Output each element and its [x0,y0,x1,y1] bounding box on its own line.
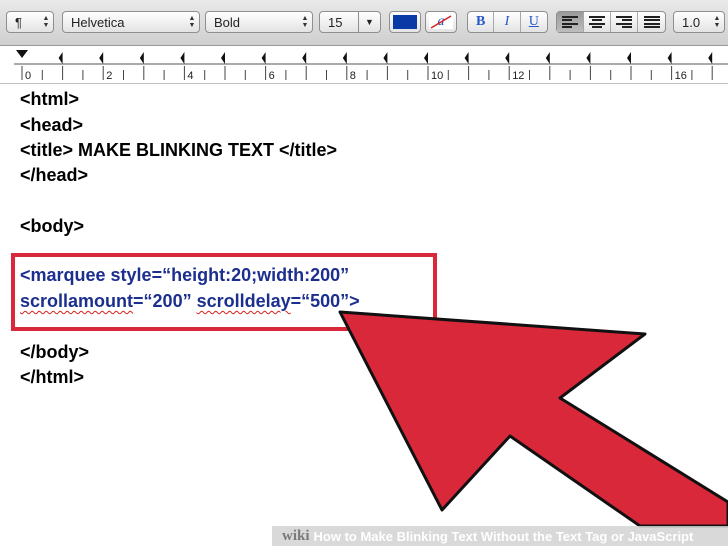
red-arrow-icon [338,310,728,528]
watermark-caption: wiki How to Make Blinking Text Without t… [272,526,728,546]
wiki-logo-text: wiki [282,527,310,544]
caption-text: How to Make Blinking Text Without the Te… [313,528,694,544]
